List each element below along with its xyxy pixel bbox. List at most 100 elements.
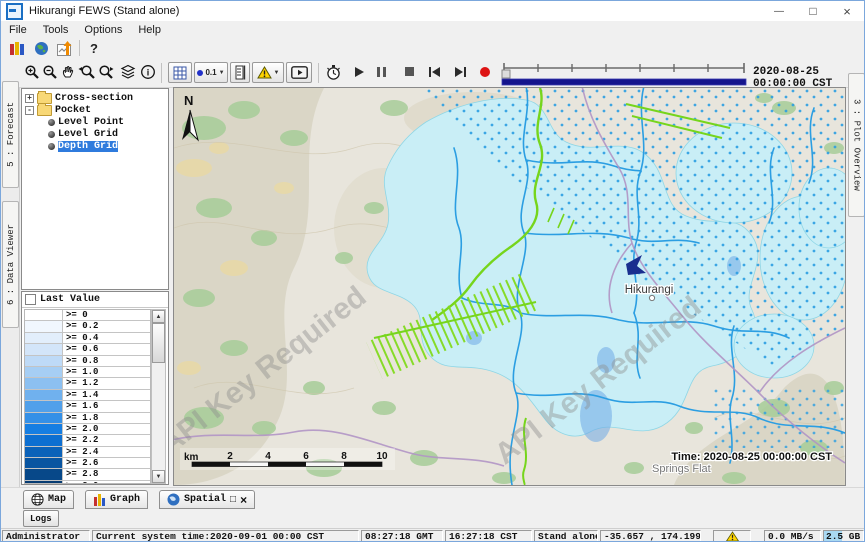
tab-restore-icon[interactable]: □: [230, 494, 236, 505]
legend-row: >= 1.8: [25, 413, 150, 424]
toolbar-separator: [161, 63, 162, 83]
tree-item-label: Level Grid: [58, 129, 118, 140]
status-warning-indicator[interactable]: [713, 530, 751, 542]
legend-row: >= 0.8: [25, 356, 150, 367]
app-window: Hikurangi FEWS (Stand alone) — □ × FileT…: [0, 0, 865, 542]
stop-button[interactable]: [405, 67, 414, 76]
zoom-in-icon[interactable]: [23, 63, 41, 81]
app-logo-icon: [6, 3, 23, 20]
timeline-handle[interactable]: [502, 70, 510, 78]
timeline-slider[interactable]: [501, 60, 747, 86]
tab-close-icon[interactable]: ×: [240, 493, 247, 507]
title-bar[interactable]: Hikurangi FEWS (Stand alone) — □ ×: [1, 1, 864, 21]
grid-display-button[interactable]: [168, 62, 192, 83]
map-canvas[interactable]: API Key Required API Key Required N Hiku…: [174, 88, 845, 485]
map-view[interactable]: API Key Required API Key Required N Hiku…: [173, 87, 846, 486]
explorer-icon[interactable]: [7, 40, 27, 57]
status-memory-gauge: 2.5 GB: [823, 530, 864, 542]
threshold-value-button[interactable]: 0.1 ▼: [194, 62, 228, 83]
legend-swatch: [25, 469, 63, 479]
tree-item-cross-section[interactable]: + Cross-section: [25, 92, 168, 104]
minimize-button[interactable]: —: [762, 1, 796, 21]
expand-toggle-icon[interactable]: +: [25, 94, 34, 103]
maximize-button[interactable]: □: [796, 1, 830, 21]
threshold-dot-icon: [197, 70, 203, 76]
menu-item[interactable]: Tools: [35, 24, 77, 36]
info-icon[interactable]: i: [139, 63, 157, 81]
collapse-toggle-icon[interactable]: -: [25, 106, 34, 115]
tree-item-label: Depth Grid: [58, 141, 118, 152]
tree-item-pocket[interactable]: - Pocket: [25, 104, 168, 116]
toolbar-separator: [79, 40, 80, 56]
bar-chart-icon: [93, 493, 106, 506]
profile-display-button[interactable]: [230, 62, 250, 83]
scroll-up-button[interactable]: ▲: [152, 310, 165, 323]
map-display-icon[interactable]: [31, 40, 51, 57]
scale-bar: km 2 4 6 8 10: [180, 448, 395, 470]
legend-row-label: >= 3.0: [63, 481, 98, 484]
close-button[interactable]: ×: [830, 1, 864, 21]
legend-swatch: [25, 481, 63, 484]
scroll-down-button[interactable]: ▼: [152, 470, 165, 483]
scroll-thumb[interactable]: [152, 323, 165, 363]
legend-row-label: >= 0.6: [63, 344, 98, 354]
tab-graph[interactable]: Graph: [85, 490, 148, 509]
threshold-value: 0.1: [205, 68, 216, 77]
toolbar-separator: [318, 63, 319, 83]
legend-swatch: [25, 447, 63, 457]
svg-text:N: N: [184, 93, 193, 108]
stopwatch-icon[interactable]: [323, 63, 343, 81]
globe-wire-icon: [31, 493, 44, 506]
timeseries-display-icon[interactable]: [55, 40, 75, 57]
legend-row: >= 2.6: [25, 458, 150, 469]
tree-item-level-grid[interactable]: Level Grid: [48, 128, 168, 140]
legend-swatch: [25, 344, 63, 354]
tab-forecast[interactable]: 5 : Forecast: [2, 81, 19, 188]
skip-to-end-button[interactable]: [455, 67, 466, 77]
zoom-next-icon[interactable]: [97, 63, 117, 81]
help-button[interactable]: ?: [87, 40, 101, 56]
menu-item[interactable]: Options: [76, 24, 130, 36]
tree-item-depth-grid[interactable]: Depth Grid: [48, 140, 168, 152]
legend-swatch: [25, 367, 63, 377]
menu-item[interactable]: File: [1, 24, 35, 36]
legend-row: >= 3.0: [25, 481, 150, 484]
pause-button[interactable]: [377, 67, 386, 77]
legend-swatch: [25, 458, 63, 468]
svg-text:8: 8: [341, 451, 347, 462]
svg-text:km: km: [184, 452, 199, 463]
thresholds-warning-button[interactable]: ▼: [252, 62, 284, 83]
legend-row-label: >= 1.2: [63, 378, 98, 388]
legend-scrollbar[interactable]: ▲ ▼: [151, 309, 166, 484]
zoom-out-icon[interactable]: [41, 63, 59, 81]
legend-row-label: >= 0.2: [63, 321, 98, 331]
legend-swatch: [25, 378, 63, 388]
tab-plot-overview[interactable]: 3 : Plot Overview: [848, 73, 865, 217]
skip-to-start-button[interactable]: [429, 67, 440, 77]
tab-data-viewer[interactable]: 6 : Data Viewer: [2, 201, 19, 328]
tab-spatial[interactable]: Spatial □ ×: [159, 490, 255, 509]
legend-swatch: [25, 424, 63, 434]
zoom-previous-icon[interactable]: [77, 63, 97, 81]
status-coordinates: -35.657 , 174.199: [600, 530, 701, 542]
legend-row: >= 0.2: [25, 321, 150, 332]
place-label: Springs Flat: [652, 463, 711, 475]
logs-button[interactable]: Logs: [23, 510, 59, 527]
tree-item-level-point[interactable]: Level Point: [48, 116, 168, 128]
menu-item[interactable]: Help: [130, 24, 169, 36]
play-button[interactable]: [351, 65, 367, 79]
svg-text:10: 10: [376, 451, 388, 462]
pan-hand-icon[interactable]: [59, 63, 77, 81]
legend-row-label: >= 1.6: [63, 401, 98, 411]
status-mode: Stand alone: [534, 530, 598, 542]
layers-icon[interactable]: [119, 63, 137, 81]
legend-row: >= 1.4: [25, 390, 150, 401]
tab-map[interactable]: Map: [23, 490, 74, 509]
legend-row: >= 0.4: [25, 333, 150, 344]
legend-row: >= 1.2: [25, 378, 150, 389]
animation-button[interactable]: [286, 62, 312, 83]
legend-row-label: >= 1.4: [63, 390, 98, 400]
last-value-checkbox[interactable]: [25, 294, 36, 305]
legend-swatch: [25, 413, 63, 423]
record-icon[interactable]: [480, 67, 490, 77]
